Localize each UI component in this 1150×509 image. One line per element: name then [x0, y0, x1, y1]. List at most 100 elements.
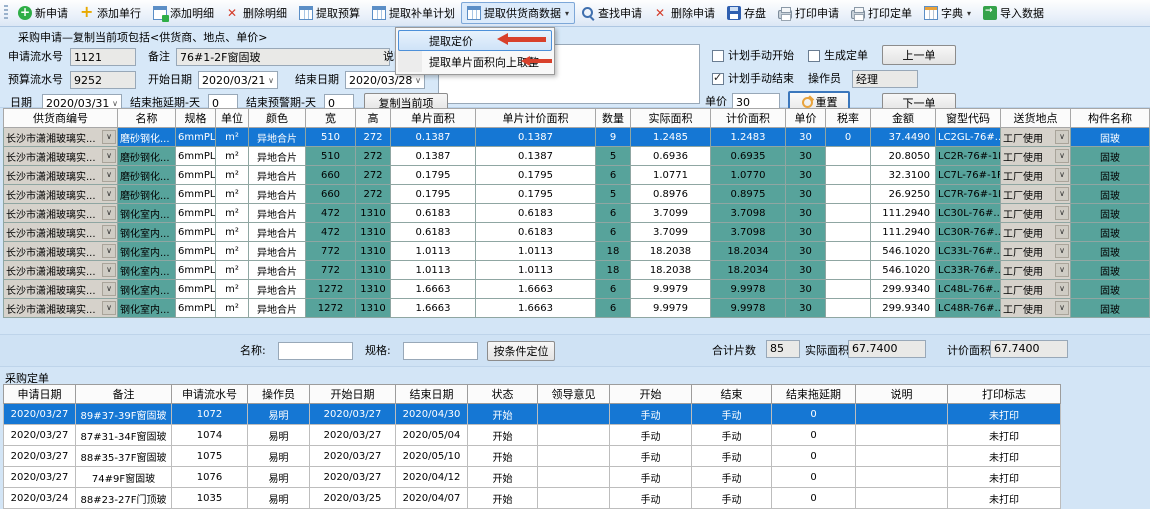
- cell[interactable]: 未打印: [948, 425, 1061, 446]
- table-row[interactable]: 长沙市潇湘玻璃实...∨磨砂钢化...6mmPLE...m²异地合片510272…: [4, 147, 1150, 166]
- cell[interactable]: [826, 261, 871, 280]
- cell[interactable]: m²: [216, 261, 249, 280]
- cell[interactable]: 9.9978: [711, 280, 786, 299]
- toolbar-button-save[interactable]: 存盘: [721, 2, 772, 24]
- cell[interactable]: 钢化室内...: [118, 280, 176, 299]
- supplier-dropdown-cell[interactable]: 长沙市潇湘玻璃实...∨: [4, 261, 118, 280]
- table-row[interactable]: 长沙市潇湘玻璃实...∨钢化室内...6mmPLE...m²异地合片127213…: [4, 280, 1150, 299]
- cell[interactable]: 手动: [692, 467, 772, 488]
- cell[interactable]: 30: [786, 299, 826, 318]
- cell[interactable]: 固玻: [1071, 128, 1150, 147]
- cell[interactable]: m²: [216, 242, 249, 261]
- toolbar-button-delete-request[interactable]: 删除申请: [648, 2, 721, 24]
- remark-input[interactable]: [176, 48, 390, 66]
- cell[interactable]: 1076: [172, 467, 248, 488]
- cell[interactable]: [538, 425, 610, 446]
- cell[interactable]: 772: [306, 261, 356, 280]
- supplier-dropdown-cell[interactable]: 长沙市潇湘玻璃实...∨: [4, 128, 118, 147]
- cell[interactable]: 0: [772, 404, 856, 425]
- supplier-dropdown-cell[interactable]: 长沙市潇湘玻璃实...∨: [4, 280, 118, 299]
- cell[interactable]: 9.9979: [631, 280, 711, 299]
- previous-order-button[interactable]: 上一单: [882, 45, 956, 65]
- chevron-down-icon[interactable]: ∨: [1055, 206, 1069, 220]
- cell[interactable]: [826, 299, 871, 318]
- cell[interactable]: 272: [356, 166, 391, 185]
- chevron-down-icon[interactable]: ∨: [1055, 282, 1069, 296]
- cell[interactable]: [538, 446, 610, 467]
- cell[interactable]: 18.2038: [631, 261, 711, 280]
- cell[interactable]: m²: [216, 299, 249, 318]
- cell[interactable]: 磨砂钢化...: [118, 147, 176, 166]
- cell[interactable]: 固玻: [1071, 223, 1150, 242]
- cell[interactable]: [856, 404, 948, 425]
- cell[interactable]: 299.9340: [871, 280, 936, 299]
- cell[interactable]: 1.0771: [631, 166, 711, 185]
- cell[interactable]: 6: [596, 204, 631, 223]
- operator-input[interactable]: [852, 70, 918, 88]
- cell[interactable]: 1310: [356, 261, 391, 280]
- delivery-location-dropdown-cell[interactable]: 工厂使用∨: [1001, 242, 1071, 261]
- cell[interactable]: 异地合片: [249, 223, 306, 242]
- cell[interactable]: m²: [216, 166, 249, 185]
- cell[interactable]: 固玻: [1071, 299, 1150, 318]
- cell[interactable]: 易明: [248, 446, 310, 467]
- cell[interactable]: LC2R-76#-1F: [936, 147, 1001, 166]
- cell[interactable]: 固玻: [1071, 242, 1150, 261]
- cell[interactable]: 手动: [610, 446, 692, 467]
- cell[interactable]: 6mmPLE...: [176, 242, 216, 261]
- cell[interactable]: 1.0770: [711, 166, 786, 185]
- cell[interactable]: 660: [306, 166, 356, 185]
- cell[interactable]: 30: [786, 261, 826, 280]
- cell[interactable]: 6: [596, 280, 631, 299]
- cell[interactable]: 9.9979: [631, 299, 711, 318]
- cell[interactable]: 1272: [306, 280, 356, 299]
- toolbar-button-print-order[interactable]: 打印定单: [845, 2, 918, 24]
- cell[interactable]: [538, 404, 610, 425]
- cell[interactable]: LC2GL-76#...: [936, 128, 1001, 147]
- cell[interactable]: 18.2034: [711, 261, 786, 280]
- cell[interactable]: m²: [216, 128, 249, 147]
- table-row[interactable]: 2020/03/2788#35-37F窗固玻1075易明2020/03/2720…: [4, 446, 1061, 467]
- cell[interactable]: 18: [596, 242, 631, 261]
- cell[interactable]: 异地合片: [249, 299, 306, 318]
- cell[interactable]: 未打印: [948, 467, 1061, 488]
- cell[interactable]: 易明: [248, 425, 310, 446]
- cell[interactable]: 0.1795: [391, 166, 476, 185]
- cell[interactable]: 钢化室内...: [118, 299, 176, 318]
- cell[interactable]: 钢化室内...: [118, 223, 176, 242]
- filter-spec-input[interactable]: [403, 342, 478, 360]
- cell[interactable]: 472: [306, 223, 356, 242]
- cell[interactable]: 30: [786, 204, 826, 223]
- toolbar-button-extract-budget[interactable]: 提取预算: [293, 2, 366, 24]
- cell[interactable]: 30: [786, 242, 826, 261]
- cell[interactable]: 2020/04/12: [396, 467, 468, 488]
- cell[interactable]: 0.8976: [631, 185, 711, 204]
- cell[interactable]: 1.6663: [391, 299, 476, 318]
- table-row[interactable]: 长沙市潇湘玻璃实...∨钢化室内...6mmPLE...m²异地合片127213…: [4, 299, 1150, 318]
- cell[interactable]: 固玻: [1071, 204, 1150, 223]
- cell[interactable]: LC7R-76#-1F0: [936, 185, 1001, 204]
- delivery-location-dropdown-cell[interactable]: 工厂使用∨: [1001, 280, 1071, 299]
- cell[interactable]: 1.0113: [476, 242, 596, 261]
- cell[interactable]: 0: [772, 446, 856, 467]
- cell[interactable]: 3.7098: [711, 204, 786, 223]
- table-row[interactable]: 长沙市潇湘玻璃实...∨钢化室内...6mmPLE...m²异地合片772131…: [4, 261, 1150, 280]
- cell[interactable]: 1.6663: [476, 280, 596, 299]
- cell[interactable]: LC30R-76#...: [936, 223, 1001, 242]
- cell[interactable]: 510: [306, 128, 356, 147]
- cell[interactable]: 易明: [248, 404, 310, 425]
- cell[interactable]: 手动: [610, 488, 692, 509]
- cell[interactable]: LC30L-76#...: [936, 204, 1001, 223]
- cell[interactable]: 0: [772, 488, 856, 509]
- cell[interactable]: 磨砂钢化...: [118, 128, 176, 147]
- cell[interactable]: 6mmPLE...: [176, 128, 216, 147]
- cell[interactable]: [826, 280, 871, 299]
- cell[interactable]: 1.2483: [711, 128, 786, 147]
- cell[interactable]: [856, 425, 948, 446]
- toolbar-button-add-single-row[interactable]: 添加单行: [74, 2, 147, 24]
- cell[interactable]: [826, 223, 871, 242]
- generate-order-checkbox[interactable]: [808, 50, 820, 62]
- cell[interactable]: 磨砂钢化...: [118, 166, 176, 185]
- cell[interactable]: 手动: [692, 425, 772, 446]
- cell[interactable]: 2020/03/27: [4, 446, 76, 467]
